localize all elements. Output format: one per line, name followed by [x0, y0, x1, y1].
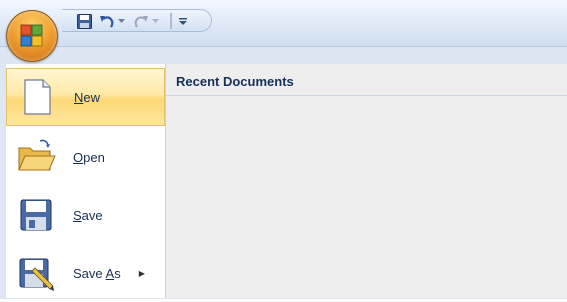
save-as-icon: [19, 258, 54, 291]
menu-item-label: Save As: [73, 265, 121, 281]
undo-dropdown-icon[interactable]: [117, 13, 125, 29]
qat-separator: [170, 13, 172, 29]
quick-access-toolbar: [62, 9, 212, 32]
recent-documents-title: Recent Documents: [176, 74, 294, 89]
menu-item-save[interactable]: Save: [6, 186, 165, 244]
menu-item-new[interactable]: New: [6, 68, 165, 126]
customize-icon[interactable]: [178, 13, 188, 29]
open-folder-icon: [18, 139, 56, 171]
divider: [166, 95, 567, 96]
office-menu-commands: New Open Save Save As ▶: [6, 64, 166, 298]
save-icon[interactable]: [76, 13, 92, 29]
new-document-icon: [24, 79, 51, 115]
office-button[interactable]: [6, 10, 58, 62]
undo-icon[interactable]: [98, 13, 116, 29]
menu-item-open[interactable]: Open: [6, 128, 165, 186]
menu-item-save-as[interactable]: Save As ▶: [6, 244, 165, 302]
title-bar: [0, 0, 567, 46]
menu-item-label: Save: [73, 207, 103, 223]
menu-item-label: New: [74, 89, 101, 105]
submenu-arrow-icon: ▶: [138, 268, 145, 278]
menu-item-label: Open: [73, 149, 105, 165]
redo-dropdown-icon[interactable]: [151, 13, 159, 29]
redo-icon[interactable]: [132, 13, 150, 29]
save-disk-icon: [20, 199, 52, 231]
recent-documents-pane: Recent Documents: [166, 64, 567, 298]
office-logo-icon: [20, 24, 43, 47]
